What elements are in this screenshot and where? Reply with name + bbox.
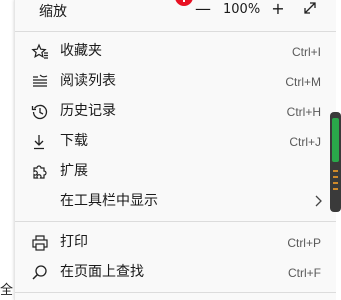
menu-separator: [15, 292, 337, 293]
chevron-right-icon: [315, 195, 322, 207]
menu-item-extensions[interactable]: 扩展: [15, 156, 337, 186]
menu-item-reading-list[interactable]: 阅读列表 Ctrl+M: [15, 66, 337, 96]
history-clock-icon: [31, 104, 48, 120]
zoom-label: 缩放: [39, 4, 67, 20]
menu-item-show-in-toolbar[interactable]: 在工具栏中显示: [15, 186, 337, 216]
menu-item-downloads[interactable]: 下载 Ctrl+J: [15, 126, 337, 156]
menu-item-label: 打印: [60, 234, 88, 250]
extensions-puzzle-icon: [33, 165, 47, 179]
browser-settings-menu: 缩放 — 100% + 收藏夹 Ctrl+I 阅读列表 Ctrl+M 历史记录 …: [14, 0, 338, 300]
download-arrow-icon: [34, 135, 44, 150]
menu-item-label: 在工具栏中显示: [60, 193, 158, 209]
menu-item-label: 收藏夹: [60, 43, 102, 59]
page-text-fragment: 全: [0, 283, 14, 298]
menu-item-history[interactable]: 历史记录 Ctrl+H: [15, 96, 337, 126]
fullscreen-expand-icon[interactable]: [303, 1, 317, 15]
menu-separator: [15, 221, 337, 222]
notification-badge: [175, 0, 193, 6]
menu-separator: [15, 31, 337, 32]
zoom-in-button[interactable]: +: [269, 0, 287, 18]
menu-item-label: 下载: [60, 133, 88, 149]
shortcut-text: Ctrl+I: [291, 45, 321, 59]
menu-item-label: 历史记录: [60, 103, 116, 119]
shortcut-text: Ctrl+F: [288, 266, 321, 280]
shortcut-text: Ctrl+J: [289, 135, 321, 149]
shortcut-text: Ctrl+M: [285, 75, 321, 89]
menu-item-print[interactable]: 打印 Ctrl+P: [15, 227, 337, 257]
search-icon: [32, 265, 47, 280]
shortcut-text: Ctrl+H: [286, 105, 321, 119]
printer-icon: [32, 235, 48, 251]
favorites-star-icon: [31, 43, 48, 59]
zoom-out-button[interactable]: —: [195, 0, 211, 18]
menu-item-find-on-page[interactable]: 在页面上查找 Ctrl+F: [15, 257, 337, 287]
menu-item-favorites[interactable]: 收藏夹 Ctrl+I: [15, 36, 337, 66]
scrollbar-indicator-fill: [332, 118, 339, 162]
zoom-row: 缩放 — 100% +: [15, 0, 337, 20]
menu-item-label: 扩展: [60, 163, 88, 179]
menu-item-label: 在页面上查找: [60, 264, 144, 280]
zoom-value: 100%: [223, 2, 261, 17]
shortcut-text: Ctrl+P: [287, 236, 321, 250]
menu-item-label: 阅读列表: [60, 73, 116, 89]
reading-list-icon: [33, 74, 48, 87]
